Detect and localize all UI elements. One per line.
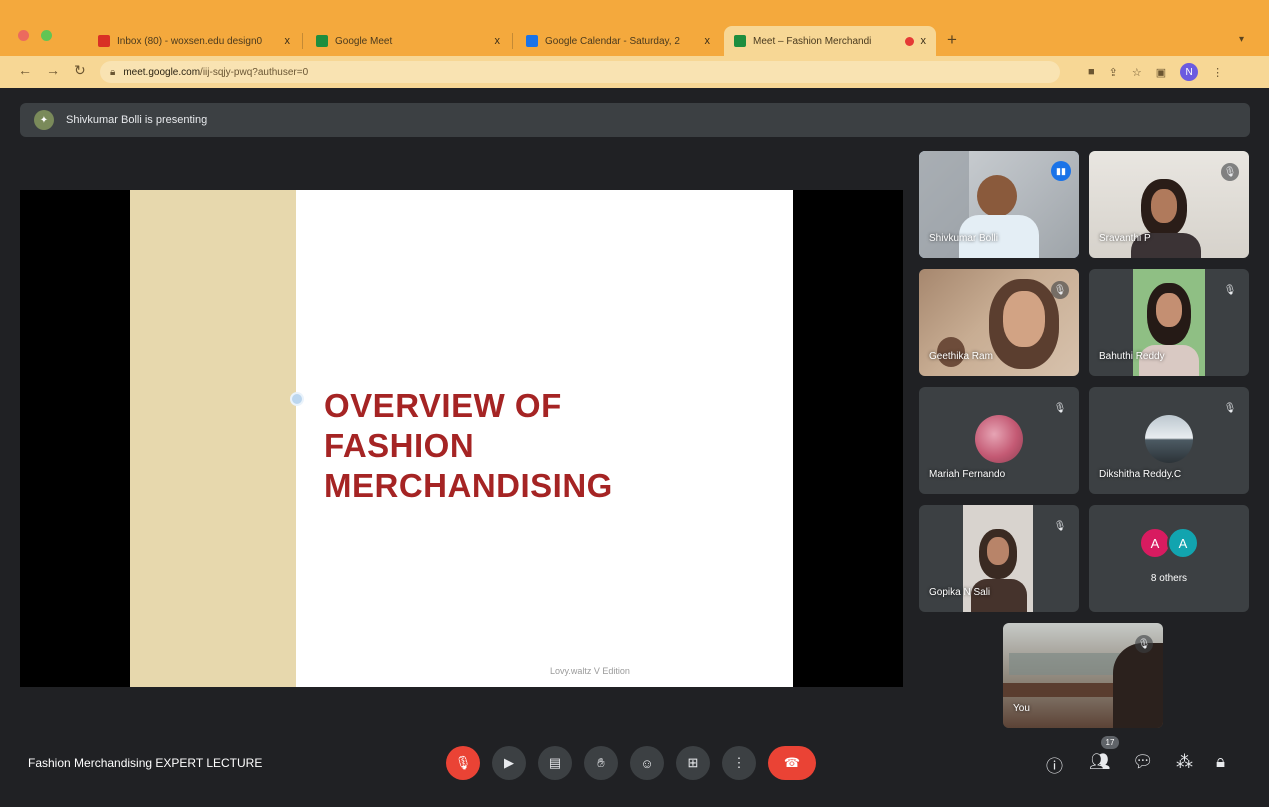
slide-title: OVERVIEW OF FASHION MERCHANDISING [324,386,613,506]
gmail-icon [98,35,110,47]
mic-off-icon: 🎙︎ [1053,402,1067,414]
calendar-icon [526,35,538,47]
participant-tile[interactable]: ▮▮ Shivkumar Bolli [919,151,1079,258]
tab-title: Meet – Fashion Merchandi [753,35,872,47]
meeting-details-icon[interactable]: ⓘ [1046,752,1063,777]
tab-gmail[interactable]: Inbox (80) - woxsen.edu design0 x [88,26,300,56]
tab-search-icon[interactable]: ▾ [1239,34,1244,45]
tab-title: Google Calendar - Saturday, 2 [545,35,680,47]
hangup-button[interactable]: ☎︎ [768,746,816,780]
mic-off-icon: 🎙︎ [1051,281,1069,299]
raise-hand-button[interactable]: ✋︎ [584,746,618,780]
toolbar-icons: ■ ⇪ ☆ ▣ N ⋮ [1088,63,1223,81]
participant-name: Bahuthi Reddy [1099,351,1165,362]
participant-tile[interactable]: 🎙︎ Mariah Fernando [919,387,1079,494]
presenting-text: Shivkumar Bolli is presenting [66,114,208,126]
avatar [975,415,1023,463]
others-tile[interactable]: A A 8 others [1089,505,1249,612]
tab-google-meet[interactable]: Google Meet x [306,26,510,56]
tab-close-icon[interactable]: x [285,35,291,47]
people-count-badge: 17 [1101,736,1119,749]
forward-icon[interactable]: → [46,62,60,78]
tab-title: Inbox (80) - woxsen.edu design0 [117,35,263,47]
self-label: You [1013,703,1030,714]
tab-close-icon[interactable]: x [705,35,711,47]
new-tab-button[interactable]: + [947,30,957,50]
more-options-button[interactable]: ⋮ [722,746,756,780]
slide-decoration [290,392,304,406]
mic-off-icon: 🎙︎ [1221,163,1239,181]
presenting-banner: ✦ Shivkumar Bolli is presenting [20,103,1250,137]
meet-call-area: ✦ Shivkumar Bolli is presenting OVERVIEW… [0,88,1269,807]
participant-name: Sravanthi P [1099,233,1151,244]
mic-off-icon: 🎙︎ [1223,402,1237,414]
reload-icon[interactable]: ↻ [74,62,86,79]
participant-name: Dikshitha Reddy.C [1099,469,1182,480]
participant-name: Geethika Ram [929,351,993,362]
side-panel-icon[interactable]: ▣ [1156,66,1166,79]
slide-side-band [130,190,296,687]
camera-in-use-icon[interactable]: ■ [1088,66,1095,78]
window-controls [18,30,52,41]
slide-title-line: OVERVIEW OF [324,387,562,424]
participant-tile[interactable]: 🎙︎ Bahuthi Reddy [1089,269,1249,376]
people-icon[interactable]: 👥︎ [1089,752,1111,772]
camera-button[interactable]: ▶ [492,746,526,780]
url-path: /iij-sqjy-pwq?authuser=0 [200,66,309,78]
host-controls-icon[interactable]: 🔒︎ [1216,752,1225,772]
present-button[interactable]: ⊞ [676,746,710,780]
slide-title-line: MERCHANDISING [324,467,613,504]
recording-icon [904,36,914,46]
back-icon[interactable]: ← [18,62,32,78]
mic-off-button[interactable]: 🎙︎ [446,746,480,780]
tab-google-calendar[interactable]: Google Calendar - Saturday, 2 x [516,26,720,56]
captions-button[interactable]: ▤ [538,746,572,780]
meeting-title: Fashion Merchandising EXPERT LECTURE [28,756,263,770]
avatar: A [1167,527,1199,559]
slide-title-line: FASHION [324,427,475,464]
bookmark-star-icon[interactable]: ☆ [1132,66,1142,79]
slide-footer: Lovy.waltz V Edition [550,666,630,676]
meet-icon [734,35,746,47]
tab-meet-active[interactable]: Meet – Fashion Merchandi x [724,26,936,56]
participant-name: Shivkumar Bolli [929,233,998,244]
url-host: meet.google.com [123,66,201,78]
participant-tile[interactable]: 🎙︎ Dikshitha Reddy.C [1089,387,1249,494]
self-view-tile[interactable]: 🎙︎ You [1003,623,1163,728]
chat-icon[interactable]: 💬︎ [1132,752,1154,772]
tab-close-icon[interactable]: x [495,35,501,47]
presentation-stage: OVERVIEW OF FASHION MERCHANDISING Lovy.w… [20,190,903,687]
browser-menu-icon[interactable]: ⋮ [1212,66,1223,79]
speaking-indicator-icon: ▮▮ [1051,161,1071,181]
meet-icon [316,35,328,47]
address-bar-row: ← → ↻ 🔒︎ meet.google.com/iij-sqjy-pwq?au… [0,56,1269,88]
activities-icon[interactable]: ⁂ [1176,752,1193,772]
browser-window: Inbox (80) - woxsen.edu design0 x Google… [0,0,1269,807]
tab-title: Google Meet [335,35,393,47]
participant-tile[interactable]: 🎙︎ Sravanthi P [1089,151,1249,258]
close-window-dot[interactable] [18,30,29,41]
others-count-label: 8 others [1150,573,1188,584]
share-icon[interactable]: ⇪ [1109,66,1118,79]
mic-off-icon: 🎙︎ [1223,284,1237,296]
profile-avatar[interactable]: N [1180,63,1199,81]
mic-off-icon: 🎙︎ [1053,520,1067,532]
participant-tile[interactable]: 🎙︎ Geethika Ram [919,269,1079,376]
emoji-button[interactable]: ☺ [630,746,664,780]
participant-name: Mariah Fernando [929,469,1006,480]
participant-name: Gopika N Sali [929,587,991,598]
presenter-avatar: ✦ [34,110,54,130]
tab-strip: Inbox (80) - woxsen.edu design0 x Google… [0,0,1269,56]
url-input[interactable]: 🔒︎ meet.google.com/iij-sqjy-pwq?authuser… [100,61,1060,83]
participant-tile[interactable]: 🎙︎ Gopika N Sali [919,505,1079,612]
minimize-window-dot[interactable] [41,30,52,41]
tab-close-icon[interactable]: x [921,35,927,47]
avatar [1145,415,1193,463]
mic-off-icon: 🎙︎ [1135,635,1153,653]
slide: OVERVIEW OF FASHION MERCHANDISING Lovy.w… [130,190,793,687]
lock-icon: 🔒︎ [110,66,116,78]
